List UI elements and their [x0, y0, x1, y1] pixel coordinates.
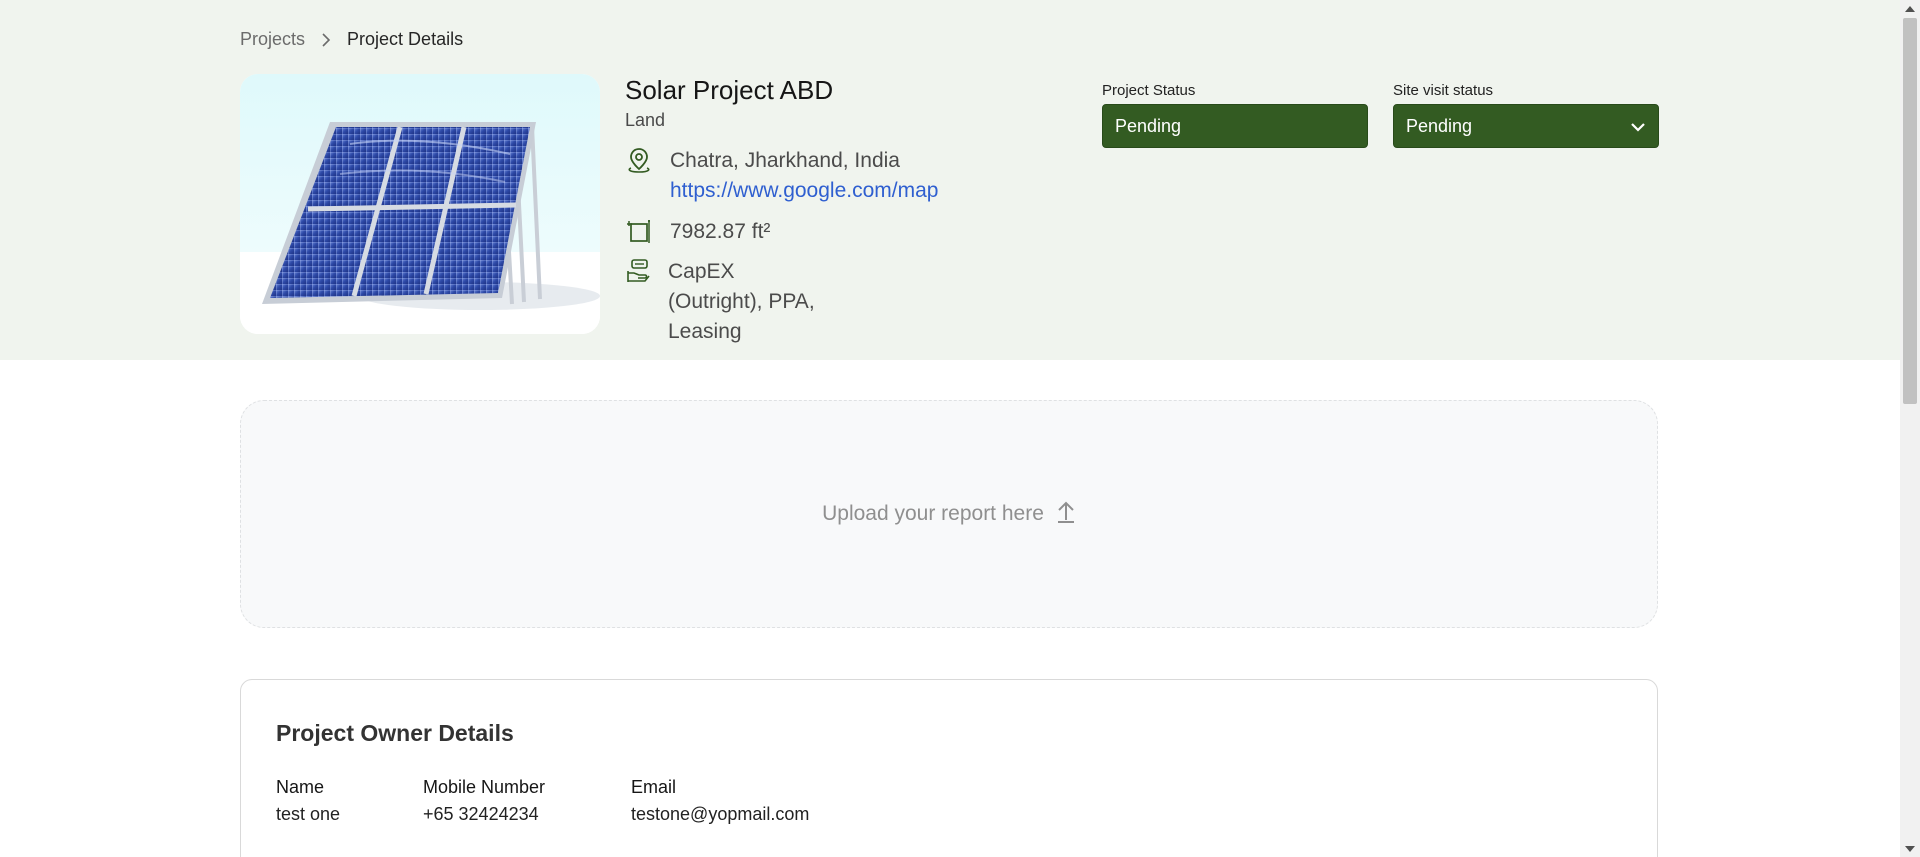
scroll-up-arrow-icon[interactable]: [1900, 0, 1920, 17]
financing-row: CapEX (Outright), PPA, Leasing: [625, 257, 833, 347]
project-owner-card: Project Owner Details Name test one Mobi…: [240, 679, 1658, 857]
owner-mobile-column: Mobile Number +65 32424234: [423, 777, 545, 825]
upload-arrow-icon: [1056, 500, 1076, 529]
owner-mobile-value: +65 32424234: [423, 804, 539, 824]
site-visit-status-dropdown[interactable]: Pending: [1393, 104, 1659, 148]
project-image: [240, 74, 600, 334]
owner-mobile-header: Mobile Number: [423, 777, 546, 797]
breadcrumb-projects-link[interactable]: Projects: [240, 29, 305, 50]
vertical-scrollbar[interactable]: [1900, 0, 1920, 857]
project-status-field[interactable]: Pending: [1102, 104, 1368, 148]
location-row: Chatra, Jharkhand, India https://www.goo…: [625, 146, 938, 206]
scrollbar-thumb[interactable]: [1903, 18, 1917, 404]
owner-email-header: Email: [631, 777, 677, 797]
project-info: Solar Project ABD Land Chatra, Jharkhand…: [625, 74, 938, 343]
project-status-label: Project Status: [1102, 82, 1196, 99]
owner-name-value: test one: [276, 804, 341, 824]
page: Projects Project Details Solar Project A…: [0, 0, 1920, 857]
owner-name-column: Name test one: [276, 777, 340, 825]
area-icon: [625, 217, 653, 245]
site-visit-status-group: Site visit status Pending: [1393, 82, 1659, 148]
owner-card-title: Project Owner Details: [276, 720, 514, 746]
map-link[interactable]: https://www.google.com/map: [670, 179, 938, 202]
area-row: 7982.87 ft²: [625, 217, 770, 247]
project-status-value: Pending: [1115, 115, 1182, 136]
area-text: 7982.87 ft²: [670, 220, 771, 243]
project-title: Solar Project ABD: [625, 75, 834, 105]
location-text: Chatra, Jharkhand, India: [670, 149, 900, 172]
owner-email-value: testone@yopmail.com: [631, 804, 810, 824]
breadcrumb: Projects Project Details: [240, 29, 463, 50]
site-visit-status-label: Site visit status: [1393, 82, 1494, 99]
site-visit-status-value: Pending: [1406, 115, 1473, 136]
breadcrumb-current: Project Details: [347, 29, 464, 49]
chevron-down-icon: [1630, 116, 1646, 137]
chevron-right-icon: [321, 32, 331, 47]
project-status-group: Project Status Pending: [1102, 82, 1368, 148]
upload-report-dropzone[interactable]: Upload your report here: [240, 400, 1658, 628]
project-type: Land: [625, 110, 666, 130]
financing-text: CapEX (Outright), PPA, Leasing: [668, 260, 815, 343]
owner-name-header: Name: [276, 777, 325, 797]
scroll-down-arrow-icon[interactable]: [1900, 840, 1920, 857]
owner-email-column: Email testone@yopmail.com: [631, 777, 809, 825]
upload-label: Upload your report here: [822, 502, 1044, 525]
location-pin-icon: [625, 146, 653, 174]
finance-icon: [625, 257, 651, 285]
